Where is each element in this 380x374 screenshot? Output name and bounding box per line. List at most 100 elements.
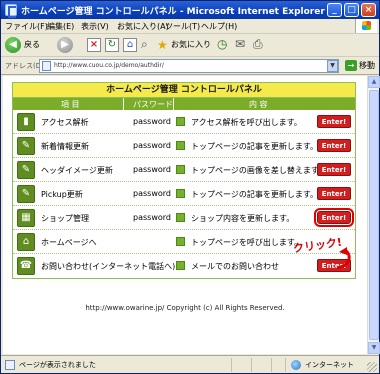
vertical-scrollbar[interactable]: ▲ ▼: [367, 76, 380, 354]
table-row: ☎ お問い合わせ(インターネット電話へ) メールでのお問い合わせ Enter!: [13, 254, 355, 278]
menu-edit[interactable]: 編集(E): [47, 21, 74, 32]
menu-file[interactable]: ファイル(F): [5, 21, 48, 32]
refresh-icon[interactable]: ↻: [105, 38, 119, 52]
table-row: ✎ Pickup更新 password トップページの記事を更新します。 Ent…: [13, 182, 355, 206]
bullet-icon: [176, 237, 185, 246]
menu-tools[interactable]: ツール(T): [165, 21, 200, 32]
curved-arrow-icon: [336, 247, 351, 270]
status-divider: [231, 358, 232, 372]
cart-icon: ▦: [17, 209, 35, 227]
forward-arrow-icon: ▶: [57, 37, 73, 53]
col-divider: [123, 98, 124, 110]
bullet-icon: [176, 141, 185, 150]
row-title: ホームページへ: [41, 238, 97, 247]
col-password-header: パスワード: [133, 100, 173, 109]
pen-icon: ✎: [17, 161, 35, 179]
row-description: アクセス解析を呼び出します。: [191, 118, 302, 127]
history-icon[interactable]: ◷: [217, 38, 231, 52]
windows-logo-icon: [355, 19, 377, 33]
row-password: password: [133, 117, 171, 126]
status-bar: ページが表示されました インターネット: [1, 355, 379, 373]
close-button[interactable]: ×: [361, 3, 376, 17]
row-description: トップページを呼び出します。: [191, 238, 303, 247]
table-row: ▮ アクセス解析 password アクセス解析を呼び出します。 Enter!: [13, 110, 355, 134]
bullet-icon: [176, 189, 185, 198]
scroll-thumb[interactable]: [369, 90, 379, 340]
col-divider: [173, 98, 174, 110]
row-description: ショップ内容を更新します。: [191, 214, 295, 223]
row-description: トップページの記事を更新します。: [191, 142, 319, 151]
col-content-header: 内 容: [249, 100, 268, 109]
table-row: ▦ ショップ管理 password ショップ内容を更新します。 Enter!: [13, 206, 355, 230]
ie-app-icon: [5, 4, 17, 18]
back-arrow-icon: ◀: [5, 37, 21, 53]
copyright-text: http://www.owarine.jp/ Copyright (c) All…: [85, 304, 285, 312]
star-icon: ★: [157, 38, 168, 52]
table-row: ✎ ヘッダイメージ更新 password トップページの画像を差し替えます。 E…: [13, 158, 355, 182]
status-divider: [251, 358, 252, 372]
print-icon[interactable]: ⎙: [253, 38, 267, 52]
enter-button-shop[interactable]: Enter!: [314, 208, 354, 227]
address-dropdown-icon[interactable]: ▼: [327, 60, 338, 72]
scroll-down-icon[interactable]: ▼: [368, 342, 380, 354]
row-password: password: [133, 189, 171, 198]
scroll-up-icon[interactable]: ▲: [368, 76, 380, 88]
bullet-icon: [176, 261, 185, 270]
enter-button[interactable]: Enter!: [317, 139, 351, 152]
favorites-label: お気に入り: [171, 40, 211, 49]
search-icon[interactable]: ⌕: [141, 38, 155, 52]
pen-icon: ✎: [17, 137, 35, 155]
row-title: アクセス解析: [41, 118, 89, 127]
chart-icon: ▮: [17, 113, 35, 131]
toolbar: ◀ 戻る ▶ × ↻ ⌂ ⌕ ★ お気に入り ◷ ✉ ⎙: [1, 34, 379, 57]
status-divider: [271, 358, 272, 372]
menu-help[interactable]: ヘルプ(H): [201, 21, 237, 32]
bullet-icon: [176, 213, 185, 222]
window-title: ホームページ管理 コントロールパネル - Microsoft Internet …: [21, 7, 325, 17]
minimize-button[interactable]: _: [327, 3, 342, 17]
go-label: 移動: [359, 61, 375, 70]
resize-grip-icon[interactable]: [367, 362, 377, 372]
status-text: ページが表示されました: [19, 361, 96, 369]
enter-button[interactable]: Enter!: [317, 187, 351, 200]
address-bar: アドレス(D) http://www.cuou.co.jp/demo/authd…: [1, 57, 379, 75]
back-button[interactable]: ◀ 戻る: [5, 37, 51, 53]
page-done-icon: [5, 360, 15, 370]
back-label: 戻る: [24, 40, 40, 49]
col-item-header: 項 目: [61, 100, 80, 109]
address-input[interactable]: http://www.cuou.co.jp/demo/authdir/: [39, 59, 339, 73]
menu-bar: ファイル(F) 編集(E) 表示(V) お気に入り(A) ツール(T) ヘルプ(…: [1, 19, 379, 34]
row-title: ショップ管理: [41, 214, 89, 223]
row-title: Pickup更新: [41, 190, 83, 199]
maximize-button[interactable]: □: [344, 3, 359, 17]
menu-favorites[interactable]: お気に入り(A): [117, 21, 169, 32]
go-arrow-icon: →: [345, 60, 357, 71]
stop-icon[interactable]: ×: [87, 38, 101, 52]
row-description: メールでのお問い合わせ: [191, 262, 279, 271]
home-icon: ⌂: [17, 233, 35, 251]
home-icon[interactable]: ⌂: [123, 38, 137, 52]
internet-zone-icon: [291, 360, 301, 370]
go-button[interactable]: → 移動: [345, 60, 375, 71]
table-row: ✎ 新着情報更新 password トップページの記事を更新します。 Enter…: [13, 134, 355, 158]
forward-button[interactable]: ▶: [57, 37, 77, 53]
panel-title: ホームページ管理 コントロールパネル: [13, 83, 355, 98]
row-title: 新着情報更新: [41, 142, 89, 151]
row-password: password: [133, 213, 171, 222]
enter-button[interactable]: Enter!: [317, 163, 351, 176]
mail-icon[interactable]: ✉: [235, 38, 249, 52]
pen-icon: ✎: [17, 185, 35, 203]
browser-window: ホームページ管理 コントロールパネル - Microsoft Internet …: [0, 0, 380, 374]
row-title: ヘッダイメージ更新: [41, 166, 113, 175]
status-divider: [285, 358, 286, 372]
favorites-button[interactable]: ★ お気に入り: [157, 37, 213, 53]
row-password: password: [133, 165, 171, 174]
menu-view[interactable]: 表示(V): [81, 21, 109, 32]
row-password: password: [133, 141, 171, 150]
column-header: 項 目 パスワード 内 容: [13, 98, 355, 110]
title-bar[interactable]: ホームページ管理 コントロールパネル - Microsoft Internet …: [1, 1, 379, 19]
enter-button[interactable]: Enter!: [317, 115, 351, 128]
contact-icon: ☎: [17, 257, 35, 275]
bullet-icon: [176, 165, 185, 174]
zone-label: インターネット: [305, 361, 354, 369]
